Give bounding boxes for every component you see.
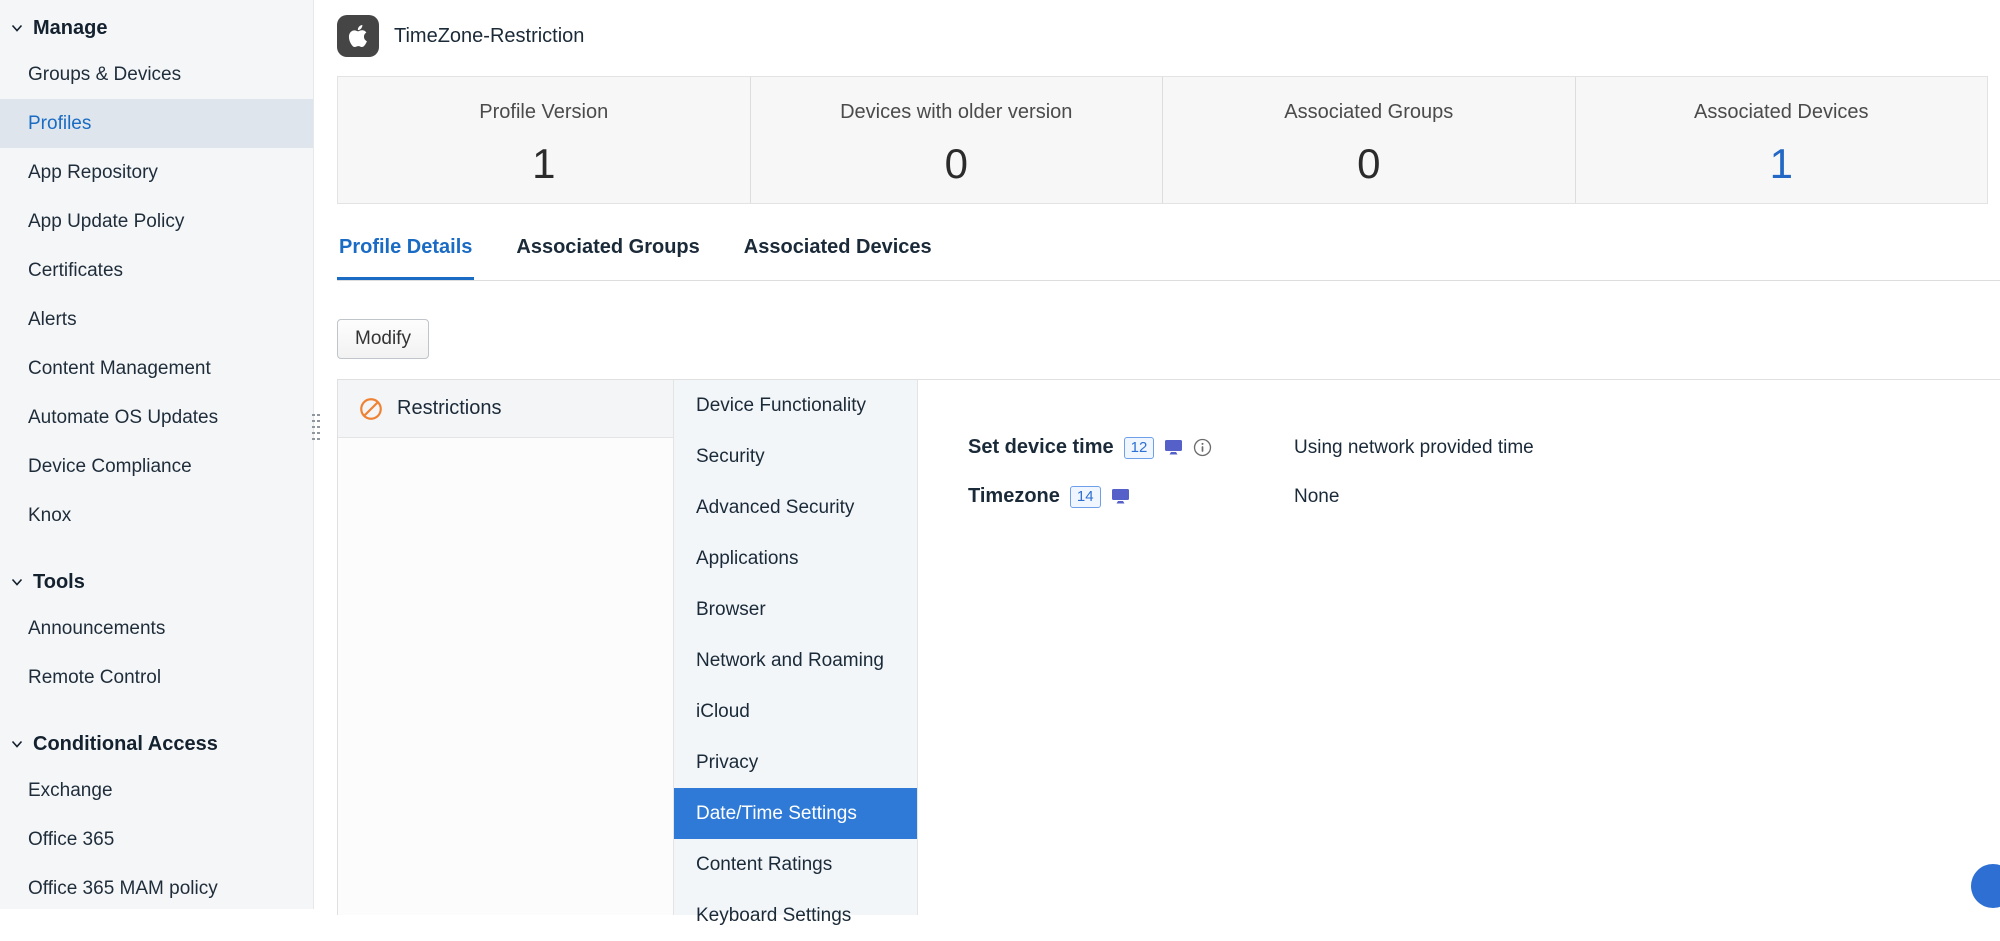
sidebar-section-conditional-access[interactable]: Conditional Access (0, 722, 313, 766)
nav-item-privacy[interactable]: Privacy (674, 737, 917, 788)
profile-header: TimeZone-Restriction (314, 0, 2000, 72)
main-content: TimeZone-Restriction Profile Version 1 D… (314, 0, 2000, 909)
stat-profile-version: Profile Version 1 (338, 77, 750, 203)
stat-value: 0 (1163, 140, 1575, 188)
nav-item-security[interactable]: Security (674, 431, 917, 482)
sidebar-item-content-management[interactable]: Content Management (0, 344, 313, 393)
nav-item-network-and-roaming[interactable]: Network and Roaming (674, 635, 917, 686)
sidebar-section-manage[interactable]: Manage (0, 6, 313, 50)
stat-label: Associated Groups (1163, 101, 1575, 124)
sidebar-item-office-365-mam-policy[interactable]: Office 365 MAM policy (0, 864, 313, 913)
chevron-down-icon (10, 21, 24, 35)
payload-label: Restrictions (397, 397, 501, 420)
setting-row-set-device-time: Set device time 12 (968, 436, 2000, 459)
stat-value: 1 (338, 140, 750, 188)
tab-associated-devices[interactable]: Associated Devices (742, 224, 934, 280)
payload-item-restrictions[interactable]: Restrictions (338, 380, 673, 438)
profile-details-panel: Restrictions Device Functionality Securi… (337, 379, 2000, 915)
setting-os-version-badge: 12 (1124, 437, 1155, 459)
sidebar-item-remote-control[interactable]: Remote Control (0, 653, 313, 702)
sidebar-section-tools[interactable]: Tools (0, 560, 313, 604)
panel-resize-grip[interactable] (310, 412, 322, 448)
nav-item-device-functionality[interactable]: Device Functionality (674, 380, 917, 431)
sidebar-item-office-365[interactable]: Office 365 (0, 815, 313, 864)
sidebar-item-app-update-policy[interactable]: App Update Policy (0, 197, 313, 246)
chevron-down-icon (10, 737, 24, 751)
setting-os-version-badge: 14 (1070, 486, 1101, 508)
stat-associated-devices: Associated Devices 1 (1575, 77, 1988, 203)
restrictions-prohibit-icon (358, 396, 384, 422)
sidebar-item-device-compliance[interactable]: Device Compliance (0, 442, 313, 491)
sidebar-item-automate-os-updates[interactable]: Automate OS Updates (0, 393, 313, 442)
grip-dots-icon (310, 412, 322, 448)
apple-icon (337, 15, 379, 57)
setting-label: Set device time (968, 436, 1114, 459)
setting-value: Using network provided time (1294, 437, 1534, 459)
stats-bar: Profile Version 1 Devices with older ver… (337, 76, 1988, 204)
setting-row-timezone: Timezone 14 None (968, 485, 2000, 508)
modify-button[interactable]: Modify (337, 319, 429, 359)
stat-value: 1 (1576, 140, 1988, 188)
stat-label: Devices with older version (751, 101, 1163, 124)
stat-label: Profile Version (338, 101, 750, 124)
setting-label: Timezone (968, 485, 1060, 508)
tab-profile-details[interactable]: Profile Details (337, 224, 474, 280)
sidebar-item-exchange[interactable]: Exchange (0, 766, 313, 815)
nav-item-keyboard-settings[interactable]: Keyboard Settings (674, 890, 917, 941)
sidebar-item-groups-devices[interactable]: Groups & Devices (0, 50, 313, 99)
setting-value: None (1294, 486, 1339, 508)
tab-associated-groups[interactable]: Associated Groups (514, 224, 701, 280)
device-type-icon (1111, 488, 1130, 505)
sidebar-item-knox[interactable]: Knox (0, 491, 313, 540)
sidebar-section-label: Tools (33, 571, 85, 593)
nav-item-browser[interactable]: Browser (674, 584, 917, 635)
nav-item-advanced-security[interactable]: Advanced Security (674, 482, 917, 533)
date-time-settings-content: Set device time 12 (918, 380, 2000, 915)
sidebar-section-label: Manage (33, 17, 107, 39)
page-title: TimeZone-Restriction (394, 25, 584, 48)
sidebar-item-profiles[interactable]: Profiles (0, 99, 313, 148)
device-type-icon (1164, 439, 1183, 456)
payload-list: Restrictions (338, 380, 674, 915)
stat-value: 0 (751, 140, 1163, 188)
stat-label: Associated Devices (1576, 101, 1988, 124)
nav-item-content-ratings[interactable]: Content Ratings (674, 839, 917, 890)
sidebar-item-announcements[interactable]: Announcements (0, 604, 313, 653)
stat-associated-groups: Associated Groups 0 (1162, 77, 1575, 203)
chevron-down-icon (10, 575, 24, 589)
sidebar: Manage Groups & Devices Profiles App Rep… (0, 0, 314, 909)
sidebar-section-label: Conditional Access (33, 733, 218, 755)
restrictions-section-nav: Device Functionality Security Advanced S… (674, 380, 918, 915)
sidebar-item-app-repository[interactable]: App Repository (0, 148, 313, 197)
info-icon[interactable] (1193, 438, 1212, 457)
stat-devices-older-version: Devices with older version 0 (750, 77, 1163, 203)
nav-item-date-time-settings[interactable]: Date/Time Settings (674, 788, 917, 839)
sidebar-item-alerts[interactable]: Alerts (0, 295, 313, 344)
nav-item-icloud[interactable]: iCloud (674, 686, 917, 737)
sidebar-item-certificates[interactable]: Certificates (0, 246, 313, 295)
nav-item-applications[interactable]: Applications (674, 533, 917, 584)
tab-bar: Profile Details Associated Groups Associ… (337, 224, 2000, 281)
